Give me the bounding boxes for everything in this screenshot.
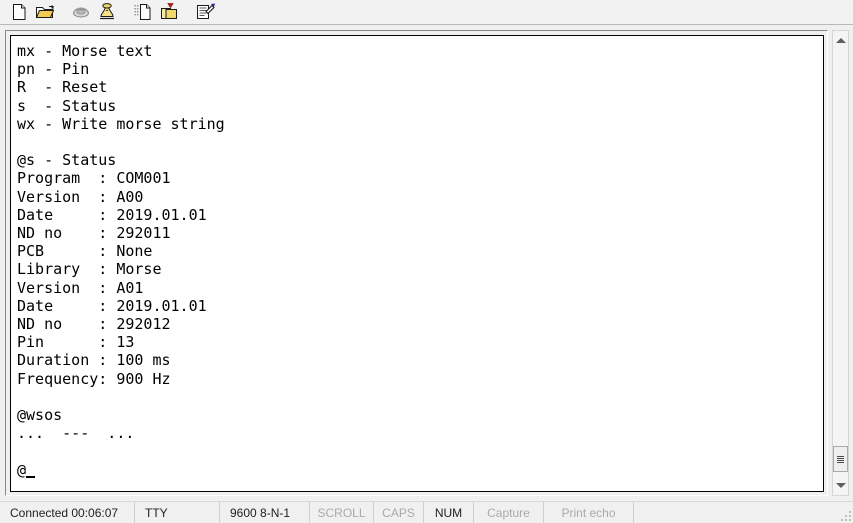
status-scroll-lock[interactable]: SCROLL [310,502,374,523]
terminal-frame: mx - Morse text pn - Pin R - Reset s - S… [5,30,828,496]
client-area: mx - Morse text pn - Pin R - Reset s - S… [0,25,853,501]
scroll-down-arrow-icon [835,483,846,488]
new-file-icon [9,2,29,22]
status-filler [634,502,853,523]
open-folder-button[interactable] [32,1,58,23]
status-print-echo[interactable]: Print echo [544,502,634,523]
status-bar: Connected 00:06:07 TTY 9600 8-N-1 SCROLL… [0,501,853,523]
properties-button[interactable] [192,1,218,23]
terminal-application-window: mx - Morse text pn - Pin R - Reset s - S… [0,0,853,523]
resize-grip-icon[interactable] [839,509,851,521]
toolbar-separator-2 [120,1,130,23]
terminal-cursor [26,462,36,478]
scroll-up-arrow-icon [835,38,846,43]
scroll-down-button[interactable] [833,477,848,494]
scrollbar-track[interactable] [833,49,848,477]
toolbar-separator-1 [58,1,68,23]
toolbar [0,0,853,25]
disconnect-button[interactable] [68,1,94,23]
copy-icon [133,2,153,22]
terminal-output[interactable]: mx - Morse text pn - Pin R - Reset s - S… [11,36,823,491]
new-file-button[interactable] [6,1,32,23]
properties-icon [195,2,215,22]
dial-button[interactable] [94,1,120,23]
paste-button[interactable] [156,1,182,23]
open-folder-icon [35,2,55,22]
scroll-up-button[interactable] [833,32,848,49]
status-connection: Connected 00:06:07 [0,502,135,523]
telephone-icon [71,2,91,22]
status-serial-settings: 9600 8-N-1 [220,502,310,523]
vertical-scrollbar[interactable] [832,30,849,496]
status-capture[interactable]: Capture [474,502,544,523]
status-num-lock[interactable]: NUM [424,502,474,523]
copy-button[interactable] [130,1,156,23]
status-emulation: TTY [135,502,220,523]
dial-phone-icon [97,2,117,22]
status-caps-lock[interactable]: CAPS [374,502,424,523]
terminal-panel: mx - Morse text pn - Pin R - Reset s - S… [10,35,824,492]
paste-icon [159,2,179,22]
scrollbar-thumb[interactable] [833,446,848,472]
scrollbar-grip-icon [837,455,844,463]
toolbar-separator-3 [182,1,192,23]
